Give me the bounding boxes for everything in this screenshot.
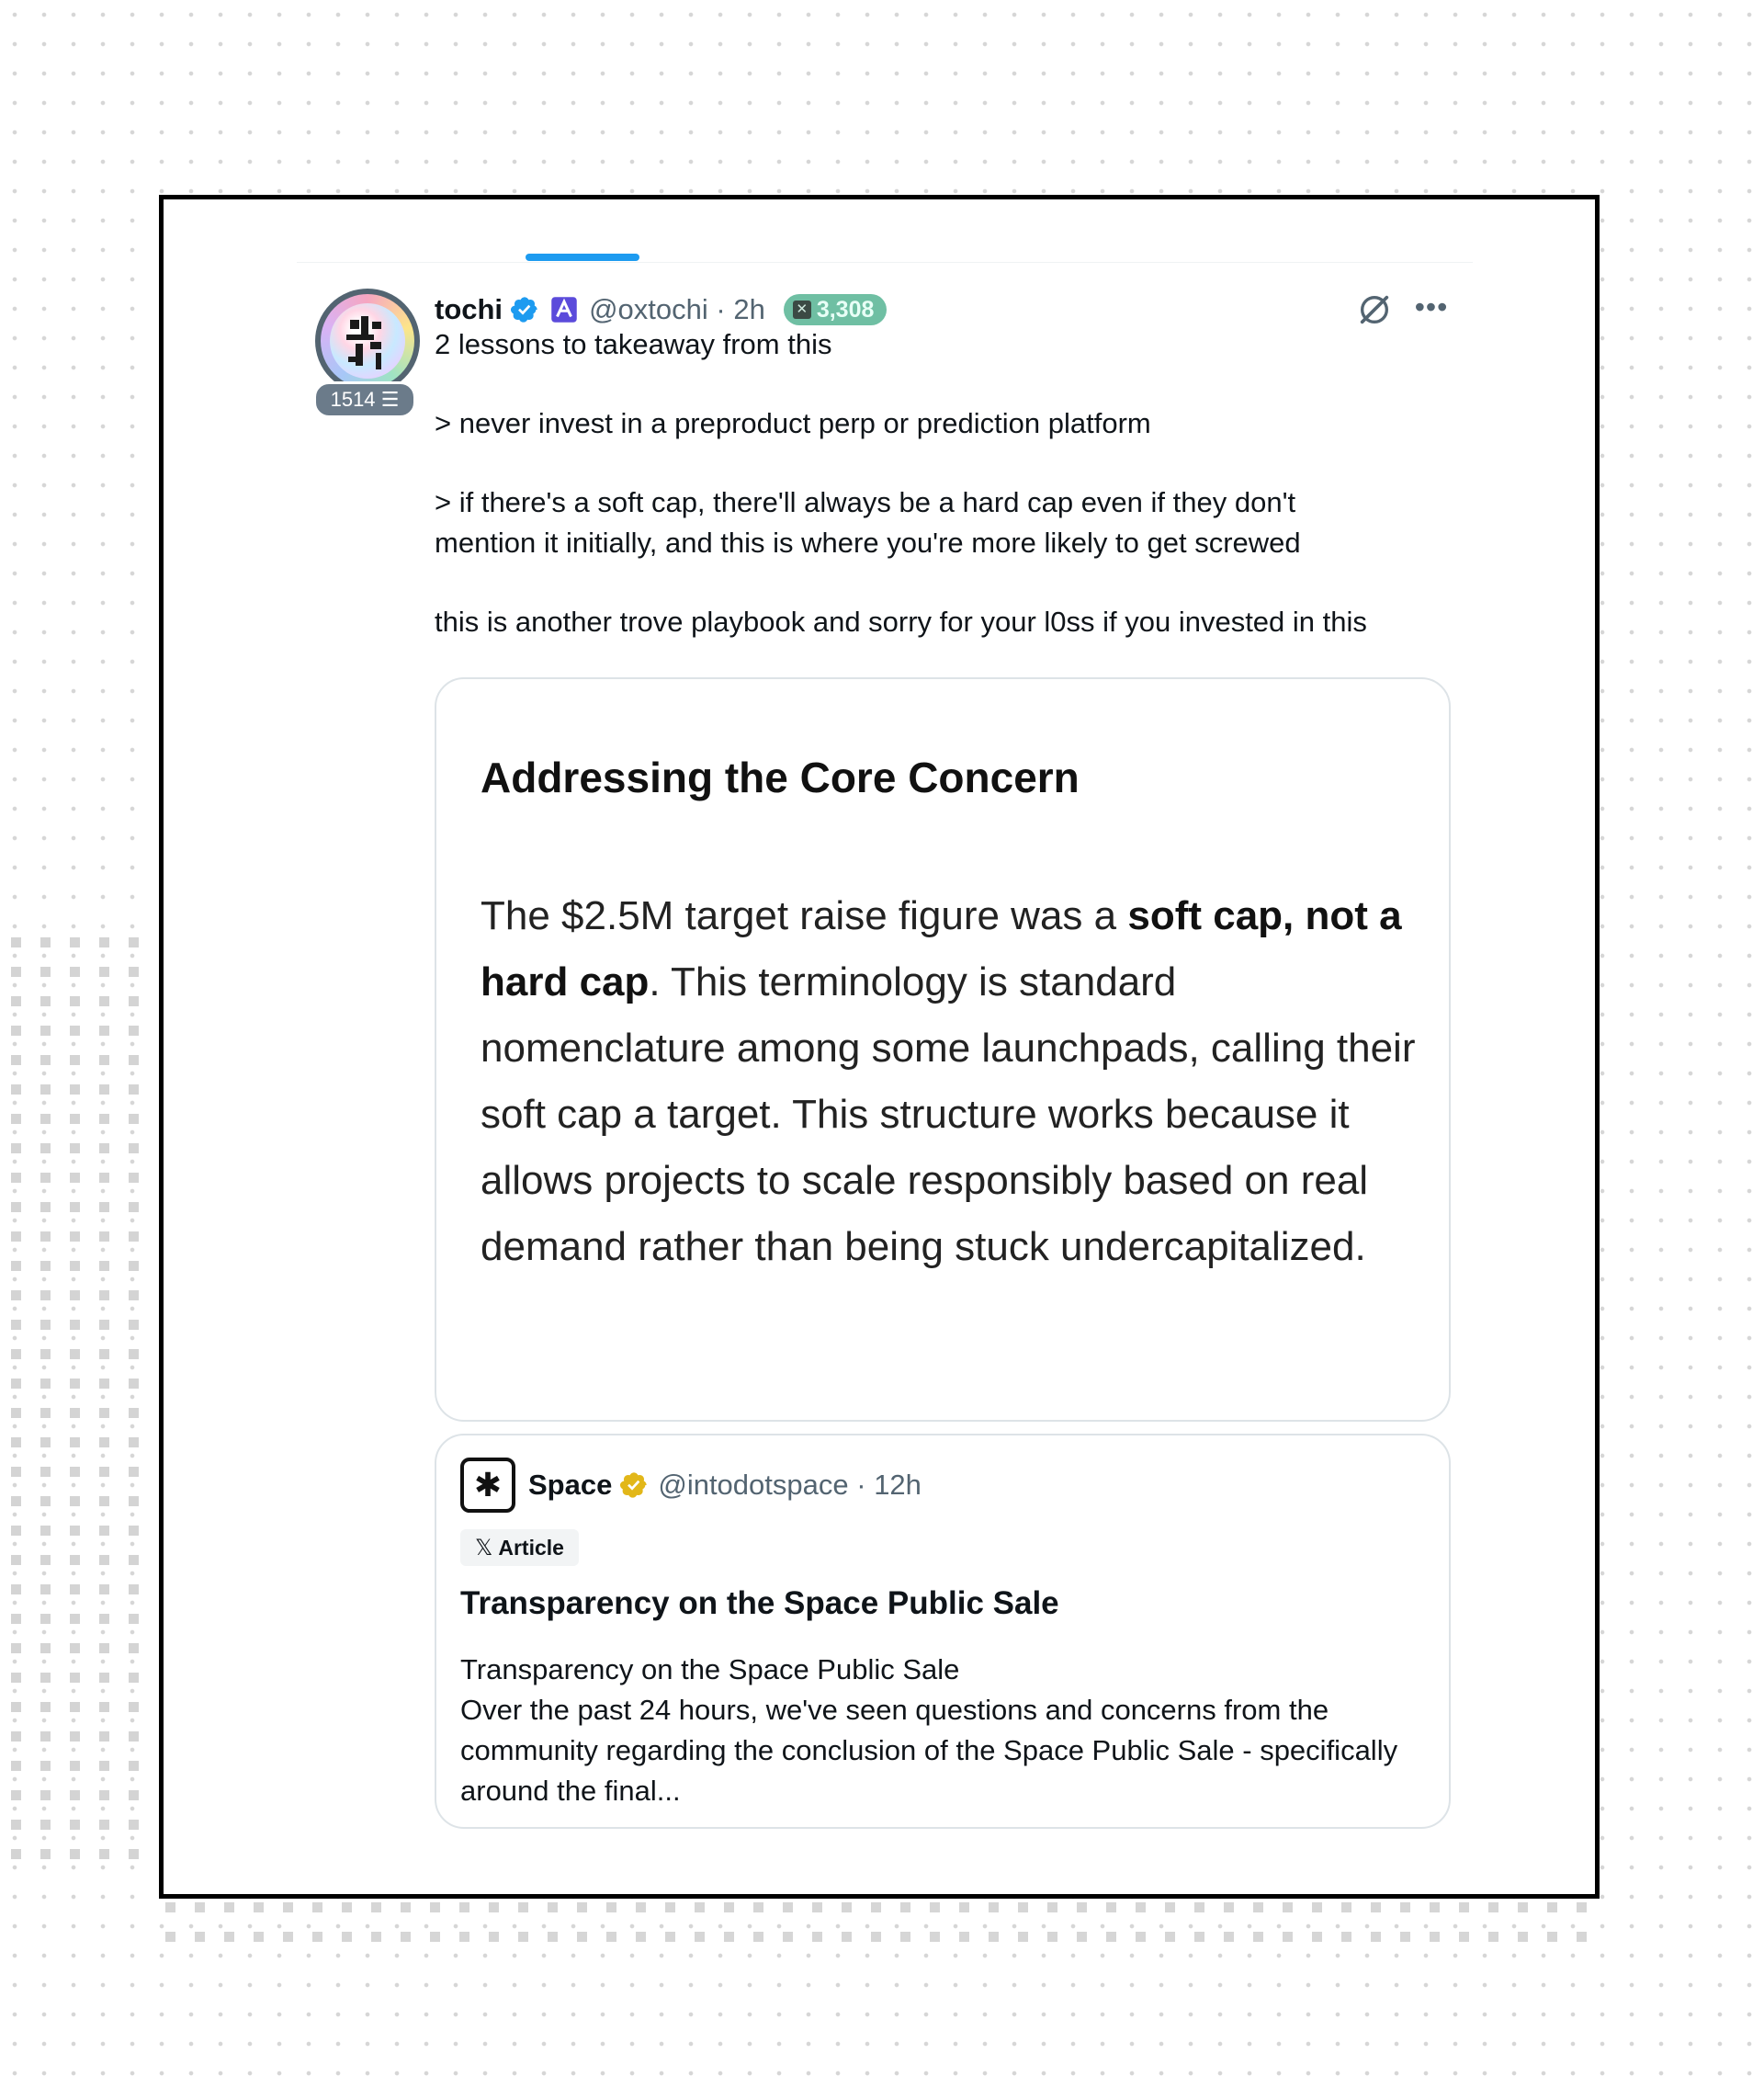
verified-icon	[511, 297, 537, 323]
avatar-image	[330, 303, 405, 379]
x-score-badge: ✕ 3,308	[783, 294, 888, 325]
post-text-line: mention it initially, and this is where …	[435, 527, 1301, 559]
article-badge: 𝕏 Article	[460, 1529, 579, 1566]
post-text-line: 2 lessons to takeaway from this	[435, 328, 832, 360]
post-text-line: > if there's a soft cap, there'll always…	[435, 486, 1296, 518]
quoted-post[interactable]: ✱ Space @intodotspace · 12h 𝕏 Article Tra…	[435, 1434, 1451, 1829]
image-body-text: The $2.5M target raise figure was a soft…	[481, 893, 1416, 1269]
decorative-square-pattern-left	[11, 937, 158, 1866]
x-logo-icon: 𝕏	[475, 1535, 493, 1560]
more-icon[interactable]: •••	[1413, 292, 1450, 326]
grok-icon[interactable]	[1356, 291, 1393, 328]
verified-gold-icon	[620, 1472, 648, 1498]
post-text-line: this is another trove playbook and sorry…	[435, 606, 1367, 638]
active-tab-indicator	[526, 254, 639, 261]
article-title: Transparency on the Space Public Sale	[460, 1585, 1059, 1621]
author-handle[interactable]: @oxtochi · 2h	[589, 293, 765, 326]
quoted-avatar: ✱	[460, 1458, 515, 1513]
quoted-header: Space @intodotspace · 12h	[528, 1463, 922, 1507]
author-name[interactable]: tochi	[435, 293, 503, 326]
quoted-handle: @intodotspace · 12h	[658, 1469, 922, 1501]
screenshot-frame: 1514 ☰ tochi @oxtochi · 2h ✕ 3,308 ••• 2 …	[159, 195, 1600, 1899]
quoted-author-name: Space	[528, 1469, 613, 1501]
decorative-square-pattern-bottom	[165, 1902, 1599, 1957]
avatar[interactable]	[315, 289, 420, 393]
affiliate-icon	[551, 297, 577, 323]
attached-image[interactable]: Addressing the Core Concern The $2.5M ta…	[435, 677, 1451, 1422]
image-heading: Addressing the Core Concern	[481, 754, 1080, 801]
tab-divider	[297, 262, 1473, 263]
post-time: 2h	[733, 293, 765, 325]
level-badge: 1514 ☰	[313, 381, 416, 418]
x-logo-icon: ✕	[792, 301, 811, 319]
article-excerpt: Transparency on the Space Public Sale Ov…	[460, 1653, 1398, 1807]
post-text-line: > never invest in a preproduct perp or p…	[435, 407, 1151, 439]
